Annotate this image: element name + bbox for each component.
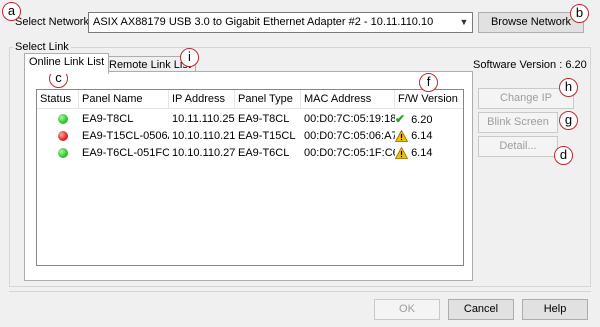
callout-g: g [559, 111, 578, 130]
cell-mac-address: 00:D0:7C:05:06:A7 [304, 130, 395, 142]
cell-ip-address: 10.10.110.27 [172, 147, 235, 159]
status-online-icon [58, 114, 68, 124]
select-network-label: Select Network: [15, 16, 93, 28]
status-offline-icon [58, 131, 68, 141]
list-header: Status Panel Name IP Address Panel Type … [37, 90, 463, 109]
cell-panel-name: EA9-T6CL-051FC6 [82, 147, 169, 159]
select-link-label: Select Link [13, 41, 71, 53]
status-online-icon [58, 148, 68, 158]
warning-icon [395, 147, 408, 159]
fw-version-text: 6.14 [411, 130, 433, 142]
panel-list[interactable]: Status Panel Name IP Address Panel Type … [36, 89, 464, 266]
callout-i: i [180, 48, 199, 67]
table-row[interactable]: EA9-T6CL-051FC6 10.10.110.27 EA9-T6CL 00… [37, 145, 463, 162]
callout-f: f [419, 73, 438, 92]
cell-ip-address: 10.11.110.25 [172, 113, 235, 125]
column-header-panel-type[interactable]: Panel Type [235, 90, 301, 109]
cell-mac-address: 00:D0:7C:05:1F:C6 [304, 147, 395, 159]
cell-panel-name: EA9-T15CL-0506A7 [82, 130, 169, 142]
checkmark-icon: ✔ [395, 112, 406, 126]
callout-b: b [570, 4, 589, 23]
software-version: Software Version : 6.20 [473, 59, 587, 71]
column-header-status[interactable]: Status [37, 90, 79, 109]
cell-fw-version: 6.14 [395, 128, 432, 145]
column-header-ip-address[interactable]: IP Address [169, 90, 235, 109]
tab-online-link-list[interactable]: Online Link List [24, 53, 110, 74]
help-button[interactable]: Help [522, 299, 588, 320]
table-row[interactable]: EA9-T8CL 10.11.110.25 EA9-T8CL 00:D0:7C:… [37, 111, 463, 128]
callout-a: a [2, 2, 21, 21]
chevron-down-icon[interactable]: ▼ [456, 13, 472, 32]
fw-version-text: 6.14 [411, 147, 433, 159]
cell-panel-name: EA9-T8CL [82, 113, 134, 125]
fw-version-text: 6.20 [411, 114, 433, 126]
callout-d: d [554, 146, 573, 165]
column-header-mac-address[interactable]: MAC Address [301, 90, 395, 109]
ok-button[interactable]: OK [374, 299, 440, 320]
network-select[interactable]: ASIX AX88179 USB 3.0 to Gigabit Ethernet… [88, 12, 473, 33]
table-row[interactable]: EA9-T15CL-0506A7 10.10.110.21 EA9-T15CL … [37, 128, 463, 145]
browse-network-button[interactable]: Browse Network [478, 12, 584, 33]
cell-fw-version: ✔ 6.20 [395, 111, 432, 128]
column-header-panel-name[interactable]: Panel Name [79, 90, 169, 109]
network-select-value: ASIX AX88179 USB 3.0 to Gigabit Ethernet… [93, 16, 434, 28]
warning-icon [395, 130, 408, 142]
cell-mac-address: 00:D0:7C:05:19:18 [304, 113, 395, 125]
cell-panel-type: EA9-T6CL [238, 147, 290, 159]
footer-divider [9, 291, 591, 292]
cell-ip-address: 10.10.110.21 [172, 130, 235, 142]
column-header-fw-version[interactable]: F/W Version [395, 90, 463, 109]
cancel-button[interactable]: Cancel [448, 299, 514, 320]
cell-fw-version: 6.14 [395, 145, 432, 162]
cell-panel-type: EA9-T15CL [238, 130, 296, 142]
callout-h: h [559, 78, 578, 97]
detail-button[interactable]: Detail... [478, 136, 558, 157]
cell-panel-type: EA9-T8CL [238, 113, 290, 125]
blink-screen-button[interactable]: Blink Screen [478, 112, 558, 133]
